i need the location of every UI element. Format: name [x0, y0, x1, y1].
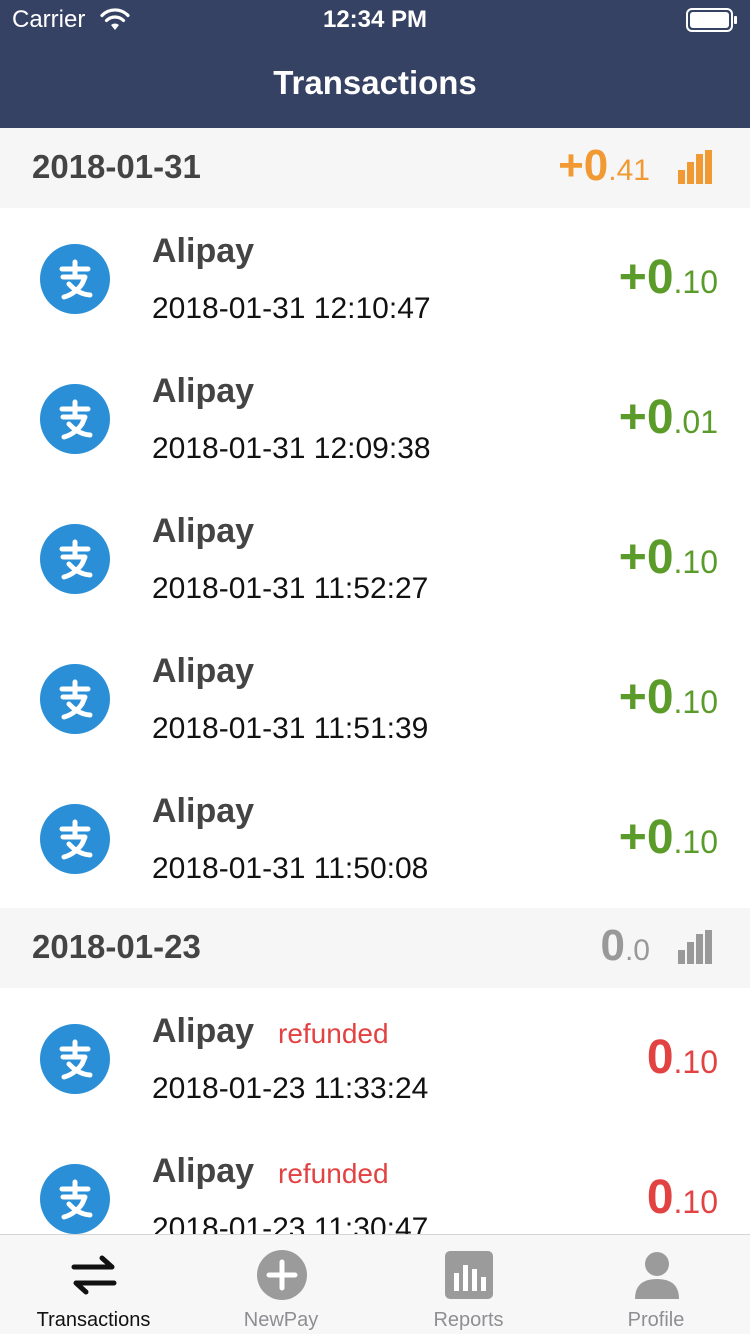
- tab-bar: Transactions NewPay Reports Profile: [0, 1234, 750, 1334]
- amount-decimal: .10: [673, 1044, 718, 1080]
- clock: 12:34 PM: [322, 6, 428, 33]
- section-total: 0.0: [600, 924, 650, 973]
- tab-profile[interactable]: Profile: [563, 1235, 750, 1334]
- section-total-decimal: .41: [608, 154, 650, 187]
- transfer-arrows-icon: [71, 1255, 117, 1295]
- transaction-amount: +0.10: [619, 674, 718, 726]
- page-title: Transactions: [273, 64, 477, 101]
- transaction-time: 2018-01-31 12:10:47: [152, 292, 431, 325]
- transaction-row[interactable]: Alipay 2018-01-31 12:09:38 +0.01: [0, 348, 750, 488]
- transaction-row[interactable]: Alipay 2018-01-31 12:10:47 +0.10: [0, 208, 750, 348]
- amount-decimal: .10: [673, 684, 718, 720]
- amount-integer: +0: [618, 671, 674, 724]
- amount-decimal: .10: [673, 264, 718, 300]
- transaction-amount: +0.01: [619, 394, 718, 446]
- plus-circle-icon: [256, 1250, 307, 1300]
- navigation-bar: Transactions: [0, 40, 750, 128]
- bar-chart-icon[interactable]: [678, 930, 714, 964]
- transaction-amount: +0.10: [619, 254, 718, 306]
- transaction-list[interactable]: 2018-01-31 +0.41 Alipay 2018-01-31 12:10:47…: [0, 128, 750, 1234]
- refunded-label: refunded: [278, 1158, 389, 1189]
- transaction-name: Alipay: [152, 1012, 255, 1050]
- amount-integer: +0: [618, 251, 674, 304]
- section-total-integer: +0: [558, 141, 609, 190]
- amount-integer: 0: [646, 1171, 674, 1224]
- amount-decimal: .10: [673, 824, 718, 860]
- battery-icon: [686, 8, 737, 32]
- alipay-icon: [40, 244, 110, 314]
- alipay-icon: [40, 524, 110, 594]
- tab-transactions[interactable]: Transactions: [0, 1235, 187, 1334]
- amount-integer: +0: [618, 391, 674, 444]
- amount-decimal: .10: [673, 1184, 718, 1220]
- section-header: 2018-01-23 0.0: [0, 908, 750, 988]
- transaction-time: 2018-01-23 11:33:24: [152, 1072, 429, 1105]
- transaction-row[interactable]: Alipay refunded 2018-01-23 11:33:24 0.10: [0, 988, 750, 1128]
- transaction-name: Alipay: [152, 232, 255, 270]
- section-date: 2018-01-31: [32, 148, 201, 185]
- transaction-name: Alipay: [152, 792, 255, 830]
- section-header: 2018-01-31 +0.41: [0, 128, 750, 208]
- transaction-row[interactable]: Alipay 2018-01-31 11:50:08 +0.10: [0, 768, 750, 908]
- tab-reports[interactable]: Reports: [375, 1235, 562, 1334]
- transaction-time: 2018-01-31 11:50:08: [152, 852, 429, 885]
- amount-integer: +0: [618, 531, 674, 584]
- transaction-name: Alipay: [152, 372, 255, 410]
- bar-chart-icon[interactable]: [678, 150, 714, 184]
- alipay-icon: [40, 804, 110, 874]
- transaction-time: 2018-01-31 12:09:38: [152, 432, 431, 465]
- amount-decimal: .10: [673, 544, 718, 580]
- transaction-amount: 0.10: [647, 1174, 718, 1226]
- tab-label: NewPay: [243, 1309, 319, 1331]
- transaction-name: Alipay: [152, 1152, 255, 1190]
- tab-label: Profile: [627, 1309, 685, 1331]
- transaction-row[interactable]: Alipay refunded 2018-01-23 11:30:47 0.10: [0, 1128, 750, 1234]
- transaction-time: 2018-01-31 11:51:39: [152, 712, 429, 745]
- person-icon: [634, 1252, 679, 1299]
- amount-integer: +0: [618, 811, 674, 864]
- tab-label: Transactions: [36, 1309, 151, 1331]
- section-date: 2018-01-23: [32, 928, 201, 965]
- transaction-name: Alipay: [152, 512, 255, 550]
- section-total-integer: 0: [600, 921, 625, 970]
- tab-newpay[interactable]: NewPay: [188, 1235, 375, 1334]
- alipay-icon: [40, 664, 110, 734]
- section-total-decimal: .0: [624, 934, 650, 967]
- transaction-time: 2018-01-23 11:30:47: [152, 1212, 429, 1234]
- transaction-row[interactable]: Alipay 2018-01-31 11:52:27 +0.10: [0, 488, 750, 628]
- transaction-amount: +0.10: [619, 814, 718, 866]
- bar-chart-icon: [445, 1251, 493, 1299]
- transaction-amount: 0.10: [647, 1034, 718, 1086]
- refunded-label: refunded: [278, 1018, 389, 1049]
- tab-label: Reports: [433, 1309, 504, 1331]
- transaction-amount: +0.10: [619, 534, 718, 586]
- transaction-time: 2018-01-31 11:52:27: [152, 572, 429, 605]
- alipay-icon: [40, 384, 110, 454]
- status-bar: Carrier 12:34 PM: [0, 0, 750, 40]
- alipay-icon: [40, 1164, 110, 1234]
- transaction-row[interactable]: Alipay 2018-01-31 11:51:39 +0.10: [0, 628, 750, 768]
- section-total: +0.41: [558, 144, 650, 193]
- amount-integer: 0: [646, 1031, 674, 1084]
- transaction-name: Alipay: [152, 652, 255, 690]
- alipay-icon: [40, 1024, 110, 1094]
- amount-decimal: .01: [673, 404, 718, 440]
